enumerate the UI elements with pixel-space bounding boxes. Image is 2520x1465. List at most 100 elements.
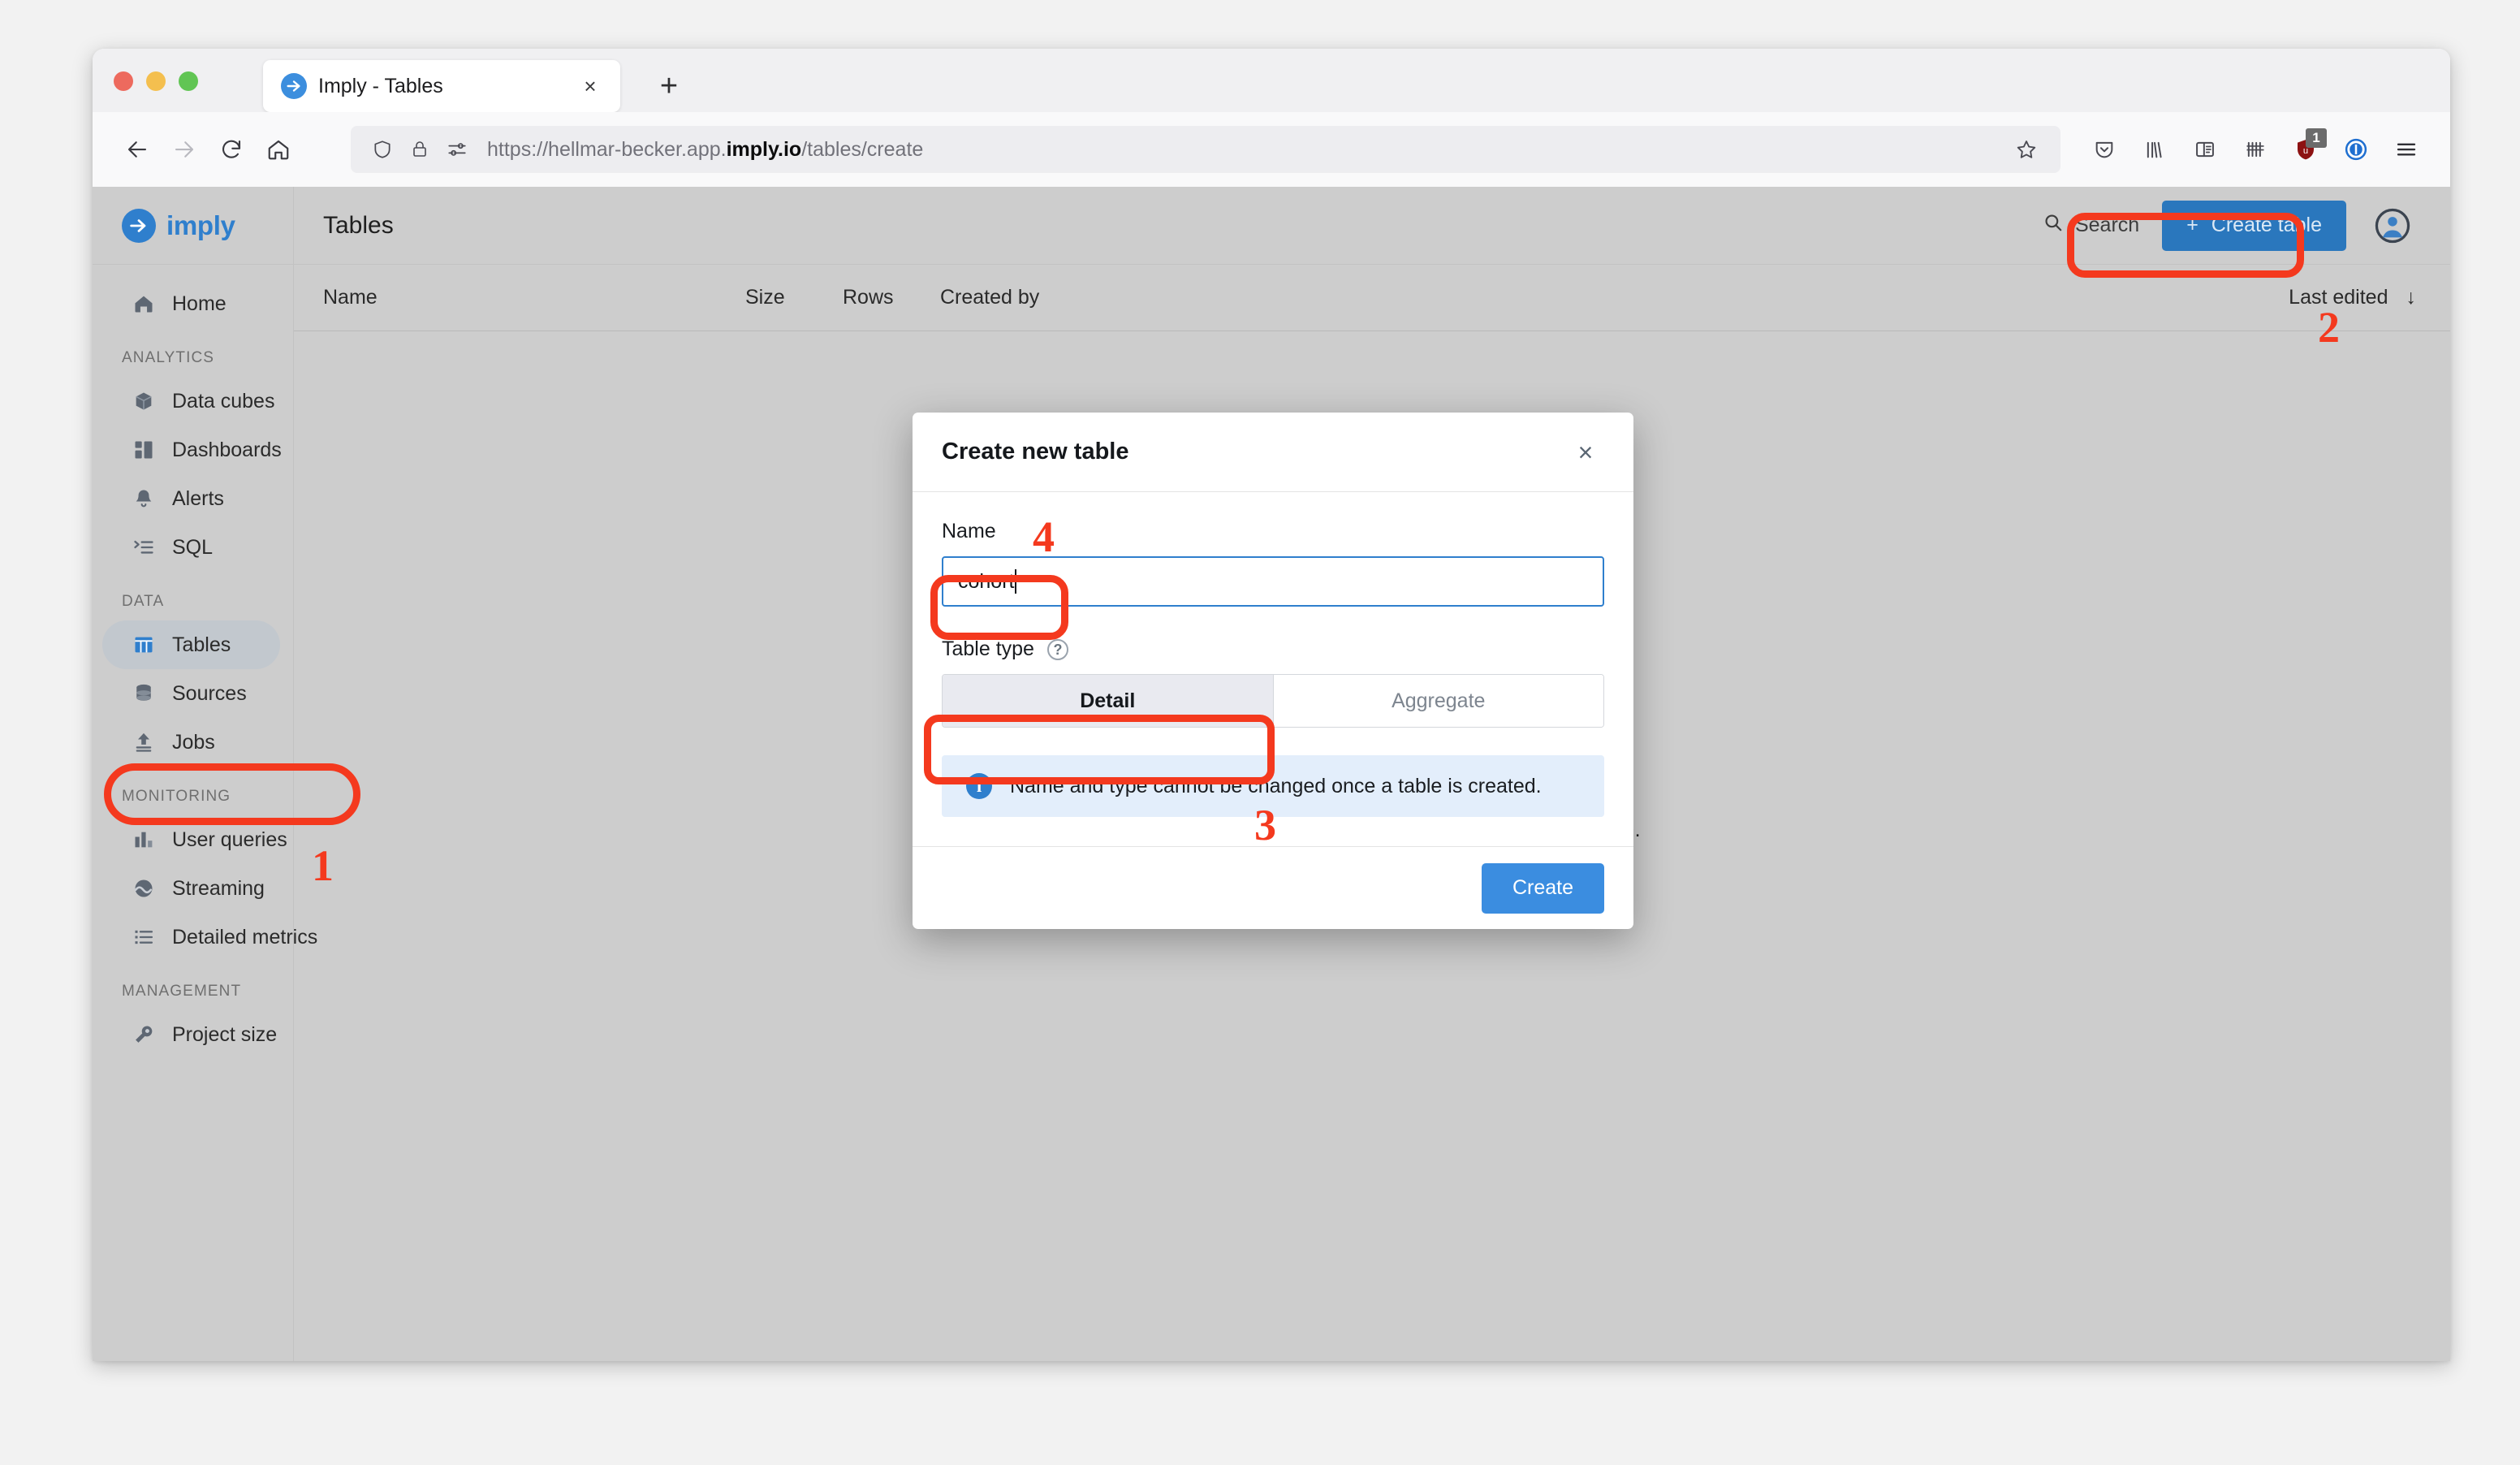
sidebar-item-label: Jobs: [172, 730, 215, 754]
lock-icon[interactable]: [401, 131, 438, 168]
modal-title: Create new table: [942, 439, 1129, 465]
sidebar-item-jobs[interactable]: Jobs: [102, 718, 280, 767]
browser-toolbar: https://hellmar-becker.app.imply.io/tabl…: [93, 112, 2450, 187]
sidebar-item-tables[interactable]: Tables: [102, 620, 280, 669]
pocket-icon[interactable]: [2082, 127, 2127, 172]
upload-icon: [132, 730, 156, 754]
close-tab-icon[interactable]: ×: [576, 72, 604, 100]
firefox-account-icon[interactable]: [2333, 127, 2379, 172]
sidebar-item-label: Alerts: [172, 486, 224, 510]
sidebar-item-label: Data cubes: [172, 389, 275, 413]
sidebar-item-label: Dashboards: [172, 438, 282, 461]
sql-icon: [132, 535, 156, 560]
sidebar-item-streaming[interactable]: Streaming: [102, 864, 280, 913]
home-icon[interactable]: [255, 126, 302, 173]
url-path: /tables/create: [801, 137, 924, 161]
wrench-icon: [132, 1022, 156, 1047]
name-input[interactable]: cohort: [942, 556, 1604, 607]
reader-view-icon[interactable]: [2182, 127, 2228, 172]
modal-footer: Create: [913, 846, 1633, 929]
permissions-icon[interactable]: [438, 131, 476, 168]
sidebar-item-user-queries[interactable]: User queries: [102, 815, 287, 864]
sidebar-item-label: Streaming: [172, 876, 265, 900]
column-header-created-by[interactable]: Created by: [940, 286, 2289, 309]
column-header-name[interactable]: Name: [323, 286, 745, 309]
sidebar-item-detailed-metrics[interactable]: Detailed metrics: [102, 913, 317, 962]
sidebar-item-label: SQL: [172, 535, 214, 559]
url-host: imply.io: [726, 137, 802, 161]
create-button[interactable]: Create: [1481, 862, 1604, 914]
minimize-window-button[interactable]: [146, 71, 166, 91]
maximize-window-button[interactable]: [179, 71, 198, 91]
home-icon: [132, 292, 156, 316]
back-icon[interactable]: [114, 126, 161, 173]
toolbar-extensions: u 1: [2082, 127, 2429, 172]
sidebar-item-sources[interactable]: Sources: [102, 669, 280, 718]
avatar[interactable]: [2369, 202, 2416, 249]
table-type-segmented-control: Detail Aggregate: [942, 674, 1604, 728]
shield-icon[interactable]: [364, 131, 401, 168]
table-icon: [132, 633, 156, 657]
sidebar-item-label: Sources: [172, 681, 247, 705]
table-type-aggregate[interactable]: Aggregate: [1272, 675, 1603, 727]
create-table-label: Create table: [2211, 214, 2322, 236]
modal-header: Create new table ×: [913, 413, 1633, 492]
text-caret: [1015, 569, 1017, 594]
containers-icon[interactable]: [2233, 127, 2278, 172]
annotation-number-1: 1: [312, 841, 334, 890]
library-icon[interactable]: [2132, 127, 2177, 172]
column-header-size[interactable]: Size: [745, 286, 843, 309]
header-actions: Search + Create table: [2043, 200, 2416, 251]
column-header-last-edited[interactable]: Last edited ↓: [2289, 286, 2416, 309]
app-menu-icon[interactable]: [2384, 127, 2429, 172]
new-tab-button[interactable]: +: [653, 70, 685, 102]
sidebar-item-sql[interactable]: SQL: [102, 523, 280, 572]
table-type-detail[interactable]: Detail: [943, 675, 1273, 727]
name-label-text: Name: [942, 520, 996, 542]
ublock-origin-icon[interactable]: u 1: [2283, 127, 2328, 172]
ublock-badge-count: 1: [2306, 128, 2327, 148]
table-type-field-label: Table type ?: [942, 637, 1604, 661]
column-header-rows[interactable]: Rows: [843, 286, 940, 309]
forward-icon: [161, 126, 208, 173]
sidebar-item-home[interactable]: Home: [102, 279, 280, 328]
brand-logo[interactable]: imply: [93, 187, 293, 265]
brand-name: imply: [166, 210, 235, 240]
sidebar-item-project-size[interactable]: Project size: [102, 1010, 280, 1059]
bookmark-star-icon[interactable]: [2005, 128, 2048, 171]
search-icon: [2043, 212, 2064, 239]
annotation-number-4: 4: [1033, 512, 1055, 561]
search-button[interactable]: Search: [2043, 212, 2139, 239]
create-table-modal: Create new table × Name cohort Table typ…: [913, 413, 1633, 929]
help-icon[interactable]: ?: [1046, 638, 1068, 660]
page-title: Tables: [323, 211, 394, 239]
bell-icon: [132, 486, 156, 511]
tab-title: Imply - Tables: [318, 74, 443, 97]
tab-strip: Imply - Tables × +: [93, 49, 2450, 112]
list-icon: [132, 925, 156, 949]
sidebar-item-alerts[interactable]: Alerts: [102, 474, 280, 523]
sidebar: imply Home ANALYTICS Data cubes Dashboar…: [93, 187, 317, 1361]
annotation-number-2: 2: [2318, 303, 2340, 352]
create-table-button[interactable]: + Create table: [2162, 200, 2346, 251]
close-icon[interactable]: ×: [1567, 434, 1604, 471]
plus-icon: +: [2186, 214, 2199, 236]
sort-descending-icon: ↓: [2406, 286, 2417, 309]
sidebar-section-management: MANAGEMENT: [122, 983, 242, 1000]
browser-tab[interactable]: Imply - Tables ×: [263, 60, 620, 112]
sidebar-nav: Home ANALYTICS Data cubes Dashboards Ale…: [93, 265, 317, 1059]
cube-icon: [132, 389, 156, 413]
sidebar-item-dashboards[interactable]: Dashboards: [102, 426, 282, 474]
info-icon: i: [966, 773, 992, 799]
close-window-button[interactable]: [114, 71, 133, 91]
reload-icon[interactable]: [208, 126, 255, 173]
sidebar-item-data-cubes[interactable]: Data cubes: [102, 377, 280, 426]
url-bar[interactable]: https://hellmar-becker.app.imply.io/tabl…: [351, 126, 2060, 173]
sidebar-section-analytics: ANALYTICS: [122, 349, 215, 366]
imply-arrow-icon: [122, 208, 156, 243]
annotation-number-3: 3: [1254, 801, 1276, 849]
name-input-value: cohort: [958, 569, 1015, 593]
sidebar-item-label: Home: [172, 292, 227, 315]
sidebar-section-data: DATA: [122, 593, 165, 610]
imply-arrow-icon: [281, 73, 307, 99]
